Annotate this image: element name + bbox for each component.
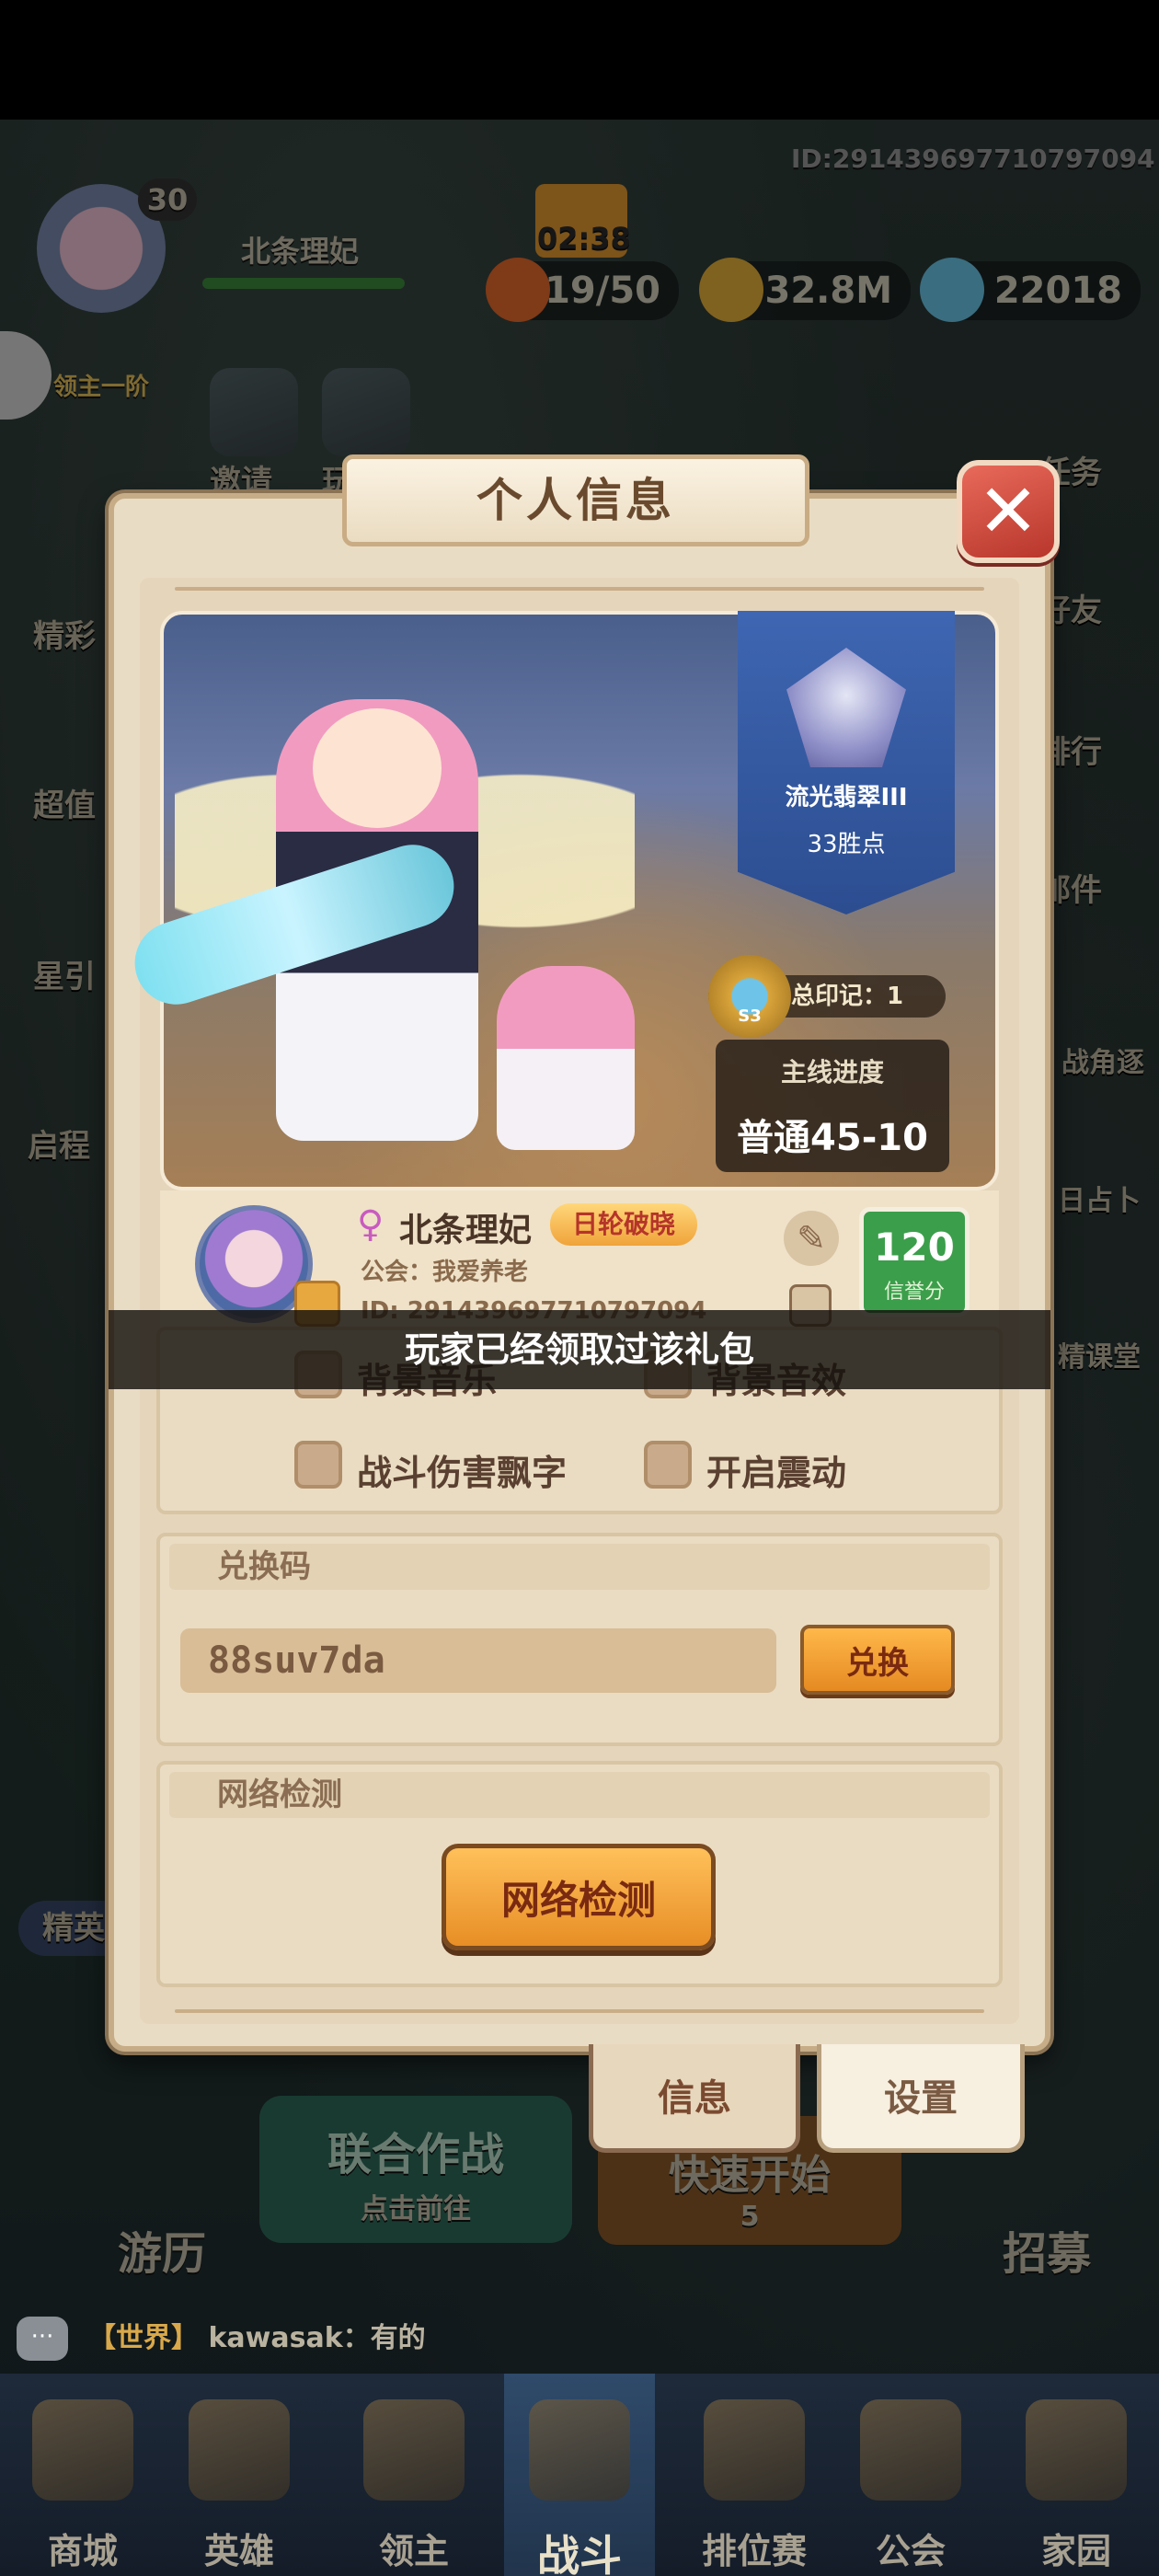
chibi-pet-art bbox=[497, 966, 635, 1150]
nav-ranked[interactable]: 排位赛 bbox=[671, 2374, 837, 2576]
close-button[interactable]: ✕ bbox=[957, 460, 1060, 563]
main-progress-value: 普通45-10 bbox=[737, 1117, 928, 1159]
shop-icon bbox=[32, 2399, 133, 2501]
redeem-code-input[interactable] bbox=[180, 1628, 776, 1693]
world-chat-line[interactable]: 【世界】 kawasak：有的 bbox=[0, 2311, 1159, 2366]
credit-score-box[interactable]: 120 信誉分 bbox=[859, 1207, 970, 1317]
modal-title: 个人信息 bbox=[342, 454, 809, 546]
bottom-nav: 商城 英雄 领主 战斗 排位赛 公会 家园 bbox=[0, 2374, 1159, 2576]
rank-shield-icon bbox=[704, 2399, 805, 2501]
damage-text-checkbox[interactable] bbox=[294, 1441, 342, 1489]
nav-guild[interactable]: 公会 bbox=[828, 2374, 993, 2576]
home-castle-icon bbox=[1026, 2399, 1127, 2501]
redeem-header: 兑换码 bbox=[169, 1544, 990, 1590]
guild-castle-icon bbox=[860, 2399, 961, 2501]
feather-icon[interactable]: ✎ bbox=[784, 1211, 839, 1266]
tab-info[interactable]: 信息 bbox=[589, 2044, 800, 2153]
vibration-checkbox[interactable] bbox=[644, 1441, 692, 1489]
season-badge-label: S3 bbox=[738, 1006, 762, 1026]
chat-message: kawasak：有的 bbox=[208, 2322, 426, 2354]
credit-score-label: 信誉分 bbox=[883, 1281, 945, 1304]
nav-heroes[interactable]: 英雄 bbox=[156, 2374, 322, 2576]
chat-channel: 【世界】 bbox=[88, 2322, 199, 2354]
bottom-ornament-divider bbox=[175, 2009, 984, 2013]
player-title-tag[interactable]: 日轮破晓 bbox=[550, 1203, 697, 1246]
nav-battle[interactable]: 战斗 bbox=[504, 2374, 655, 2576]
network-header: 网络检测 bbox=[169, 1772, 990, 1818]
player-guild: 公会：我爱养老 bbox=[361, 1259, 529, 1286]
hero-face-art bbox=[313, 708, 442, 828]
top-ornament-divider bbox=[175, 587, 984, 591]
rank-banner[interactable]: 流光翡翠III 33胜点 bbox=[738, 611, 955, 914]
main-progress-box: 主线进度 普通45-10 bbox=[716, 1040, 949, 1172]
tab-settings[interactable]: 设置 bbox=[817, 2044, 1025, 2153]
damage-text-label: 战斗伤害飘字 bbox=[357, 1453, 568, 1493]
lord-banner-icon bbox=[363, 2399, 465, 2501]
nav-shop[interactable]: 商城 bbox=[0, 2374, 166, 2576]
main-progress-label: 主线进度 bbox=[780, 1057, 884, 1087]
close-icon: ✕ bbox=[977, 468, 1039, 554]
sword-icon bbox=[529, 2399, 630, 2501]
rank-points: 33胜点 bbox=[807, 831, 886, 858]
season-badge-icon[interactable]: S3 bbox=[708, 955, 791, 1038]
rank-emblem-icon bbox=[786, 648, 906, 767]
nav-lord[interactable]: 领主 bbox=[331, 2374, 497, 2576]
hero-card-icon bbox=[189, 2399, 290, 2501]
nav-home[interactable]: 家园 bbox=[993, 2374, 1159, 2576]
credit-score-value: 120 bbox=[874, 1225, 955, 1270]
rank-name: 流光翡翠III bbox=[785, 784, 908, 811]
player-name: 北条理妃 bbox=[399, 1212, 533, 1249]
toast-message: 玩家已经领取过该礼包 bbox=[109, 1310, 1050, 1389]
redeem-button[interactable]: 兑换 bbox=[800, 1625, 955, 1695]
network-check-button[interactable]: 网络检测 bbox=[442, 1844, 716, 1950]
vibration-label: 开启震动 bbox=[706, 1453, 847, 1493]
female-gender-icon: ♀ bbox=[357, 1203, 384, 1246]
